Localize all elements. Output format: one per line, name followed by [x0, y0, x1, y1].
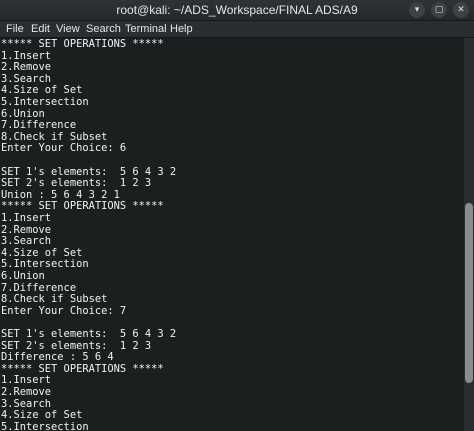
- scrollbar-thumb[interactable]: [465, 203, 473, 383]
- minimize-button[interactable]: ▾: [409, 2, 425, 18]
- menu-terminal[interactable]: Terminal: [125, 21, 167, 37]
- menu-file[interactable]: File: [6, 21, 24, 37]
- menu-help[interactable]: Help: [170, 21, 193, 37]
- terminal-line: Enter Your Choice: 6: [1, 142, 127, 155]
- terminal-line: 5.Intersection: [1, 420, 89, 431]
- maximize-button[interactable]: ▢: [431, 2, 447, 18]
- terminal-window: root@kali: ~/ADS_Workspace/FINAL ADS/A9 …: [0, 0, 474, 431]
- terminal-line: 5.Intersection: [1, 96, 89, 108]
- menu-edit[interactable]: Edit: [31, 21, 50, 37]
- terminal-line: SET 1's elements: 5 6 4 3 2: [1, 328, 177, 340]
- close-button[interactable]: ✕: [453, 2, 469, 18]
- title-bar[interactable]: root@kali: ~/ADS_Workspace/FINAL ADS/A9 …: [0, 0, 474, 21]
- menu-bar: File Edit View Search Terminal Help: [0, 21, 474, 38]
- terminal-line: 1.Insert: [1, 212, 52, 224]
- menu-search[interactable]: Search: [86, 21, 121, 37]
- scrollbar[interactable]: [464, 38, 474, 431]
- terminal-line: ***** SET OPERATIONS *****: [1, 38, 164, 50]
- window-title: root@kali: ~/ADS_Workspace/FINAL ADS/A9: [116, 3, 358, 17]
- terminal-line: 2.Remove: [1, 386, 52, 398]
- terminal-line: 6.Union: [1, 270, 45, 282]
- terminal-line: Enter Your Choice: 7: [1, 304, 127, 317]
- menu-view[interactable]: View: [56, 21, 80, 37]
- terminal-output[interactable]: ***** SET OPERATIONS ***** 1.Insert 2.Remo…: [0, 38, 462, 431]
